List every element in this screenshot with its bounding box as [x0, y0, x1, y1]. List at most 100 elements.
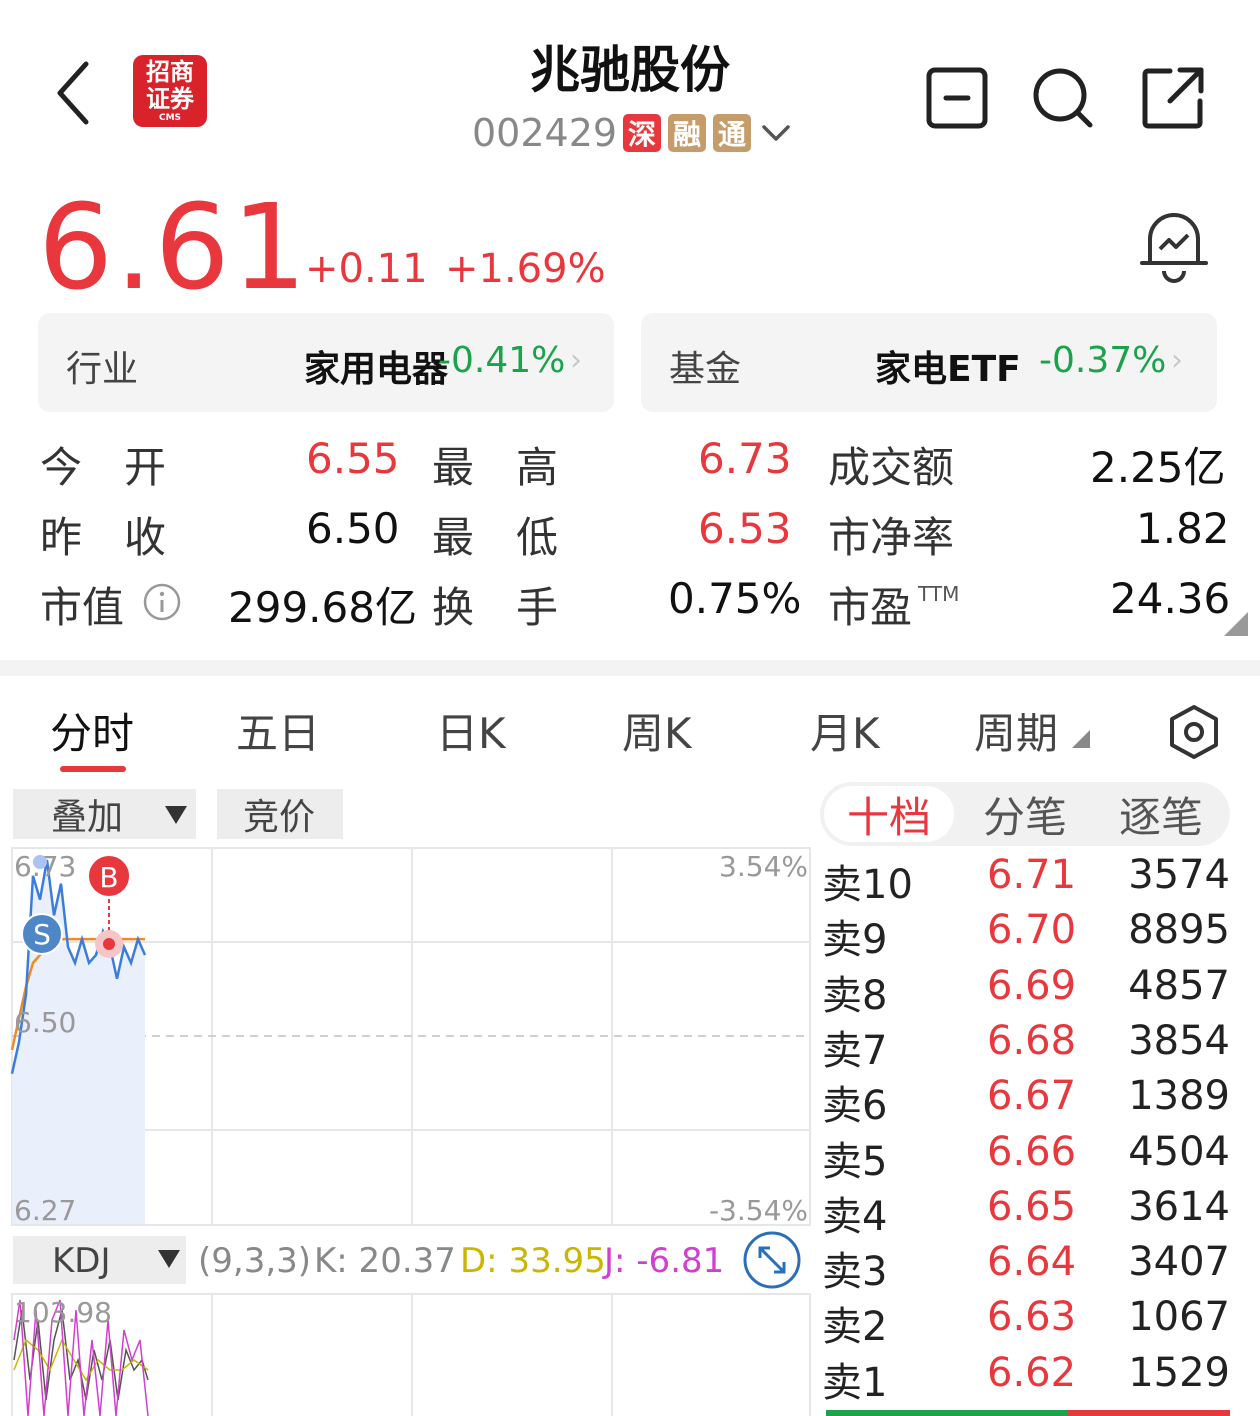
- ask-label: 卖6: [822, 1083, 888, 1130]
- intraday-chart[interactable]: 6.73 6.50 6.27 3.54% -3.54% B S KDJ (9,3…: [0, 840, 820, 1416]
- expand-corner-icon[interactable]: [1224, 612, 1248, 636]
- turnover-amount-label: 成交额: [828, 443, 955, 492]
- dropdown-arrow-icon: [165, 806, 187, 824]
- order-book-tabs: 十档 分笔 逐笔: [820, 782, 1230, 846]
- search-icon[interactable]: [1030, 65, 1096, 131]
- kdj-j-value: J: -6.81: [602, 1241, 724, 1281]
- connect-tag: 通: [713, 114, 752, 152]
- low-label: 最 低: [432, 513, 559, 562]
- ask-label: 卖9: [822, 917, 888, 964]
- ask-vol: 1529: [1128, 1349, 1230, 1396]
- ask-row[interactable]: 卖10 6.71 3574: [822, 852, 1234, 908]
- ask-vol: 3574: [1128, 852, 1230, 898]
- auction-button[interactable]: 竞价: [217, 789, 343, 839]
- ask-row[interactable]: 卖5 6.66 4504: [822, 1128, 1234, 1185]
- ask-price: 6.66: [987, 1128, 1077, 1175]
- ask-row[interactable]: 卖8 6.69 4857: [822, 963, 1234, 1019]
- price-axis-mid: 6.50: [14, 1006, 76, 1039]
- fund-label: 基金: [669, 349, 742, 390]
- pct-axis-low: -3.54%: [709, 1194, 808, 1227]
- kdj-axis-high: 103.98: [14, 1296, 112, 1329]
- section-divider: [0, 660, 1260, 676]
- ask-row[interactable]: 卖7 6.68 3854: [822, 1017, 1234, 1074]
- pb-label: 市净率: [828, 513, 955, 562]
- pe-value: 24.36: [1110, 574, 1231, 623]
- ask-row[interactable]: 卖2 6.63 1067: [822, 1294, 1234, 1351]
- low-value: 6.53: [698, 504, 792, 553]
- buy-point-dot: [103, 938, 115, 950]
- turnover-amount-value: 2.25亿: [1090, 443, 1226, 492]
- industry-label: 行业: [66, 349, 139, 390]
- high-point-marker: [33, 855, 47, 869]
- open-label: 今 开: [40, 443, 167, 492]
- ask-row[interactable]: 卖4 6.65 3614: [822, 1183, 1234, 1240]
- tab-five-day[interactable]: 五日: [236, 700, 320, 761]
- high-label: 最 高: [432, 443, 559, 492]
- ask-label: 卖3: [822, 1249, 888, 1296]
- stock-code: 002429: [472, 111, 618, 155]
- tab-ten-levels[interactable]: 十档: [824, 786, 954, 842]
- ask-row[interactable]: 卖9 6.70 8895: [822, 907, 1234, 964]
- pe-ttm-superscript: TTM: [918, 582, 960, 606]
- buy-marker-label: B: [99, 861, 118, 894]
- tab-intraday[interactable]: 分时: [50, 700, 134, 761]
- tab-monthly-k[interactable]: 月K: [810, 700, 880, 761]
- ask-label: 卖8: [822, 972, 888, 1019]
- price-change: +0.11: [305, 246, 428, 292]
- ask-vol: 1389: [1128, 1073, 1230, 1120]
- ask-label: 卖10: [822, 862, 913, 908]
- price-change-pct: +1.69%: [445, 246, 606, 292]
- price-axis-low: 6.27: [14, 1194, 76, 1227]
- ask-price: 6.65: [987, 1183, 1077, 1230]
- minus-box-icon[interactable]: [924, 65, 990, 131]
- stock-code-selector[interactable]: 002429 深 融 通: [472, 108, 794, 158]
- ask-price: 6.62: [987, 1349, 1077, 1396]
- broker-logo: 招商 证券 CMS: [133, 55, 207, 127]
- turnover-rate-value: 0.75%: [668, 574, 802, 623]
- tab-weekly-k[interactable]: 周K: [622, 700, 692, 761]
- kdj-k-value: K: 20.37: [314, 1241, 456, 1281]
- chevron-down-icon[interactable]: [758, 118, 794, 148]
- ask-price: 6.71: [987, 852, 1077, 898]
- current-price: 6.61: [38, 178, 309, 316]
- ask-price: 6.67: [987, 1073, 1077, 1120]
- ask-label: 卖4: [822, 1193, 888, 1240]
- tab-tick-trades[interactable]: 分笔: [960, 786, 1090, 842]
- ask-price: 6.70: [987, 907, 1077, 954]
- tab-daily-k[interactable]: 日K: [436, 700, 506, 761]
- ask-vol: 3854: [1128, 1017, 1230, 1064]
- market-cap-value: 299.68亿: [228, 583, 417, 632]
- industry-card[interactable]: 行业 家用电器 -0.41% ›: [38, 313, 614, 412]
- price-alert-bell-icon[interactable]: [1138, 205, 1210, 285]
- auction-label: 竞价: [243, 797, 316, 838]
- prev-close-label: 昨 收: [40, 513, 167, 562]
- settings-icon[interactable]: [1168, 704, 1220, 760]
- ask-label: 卖2: [822, 1304, 888, 1351]
- overlay-dropdown[interactable]: 叠加: [13, 789, 196, 839]
- ask-label: 卖1: [822, 1359, 888, 1406]
- ask-vol: 1067: [1128, 1294, 1230, 1341]
- overlay-label: 叠加: [51, 797, 124, 838]
- period-dropdown-icon: [1072, 730, 1090, 748]
- industry-change: -0.41%: [438, 340, 566, 381]
- ask-row[interactable]: 卖3 6.64 3407: [822, 1239, 1234, 1296]
- kdj-d-value: D: 33.95: [460, 1241, 606, 1281]
- back-arrow-icon[interactable]: [50, 58, 100, 128]
- prev-close-value: 6.50: [306, 504, 400, 553]
- margin-tag: 融: [668, 114, 707, 152]
- ask-vol: 4504: [1128, 1128, 1230, 1175]
- ask-row[interactable]: 卖1 6.62 1529: [822, 1349, 1234, 1406]
- fund-card[interactable]: 基金 家电ETF -0.37% ›: [641, 313, 1217, 412]
- tab-order-by-order[interactable]: 逐笔: [1096, 786, 1226, 842]
- share-icon[interactable]: [1140, 65, 1206, 131]
- market-cap-label: 市值: [40, 583, 125, 632]
- tab-period[interactable]: 周期: [974, 700, 1058, 761]
- ask-row[interactable]: 卖6 6.67 1389: [822, 1073, 1234, 1130]
- bid-ask-ratio-bar: [826, 1410, 1230, 1416]
- turnover-rate-label: 换 手: [432, 583, 559, 632]
- market-tag-shenzhen: 深: [623, 114, 662, 152]
- info-icon[interactable]: [142, 582, 182, 622]
- expand-chart-icon[interactable]: [743, 1231, 801, 1289]
- ask-price: 6.64: [987, 1239, 1077, 1286]
- active-tab-indicator: [60, 766, 126, 772]
